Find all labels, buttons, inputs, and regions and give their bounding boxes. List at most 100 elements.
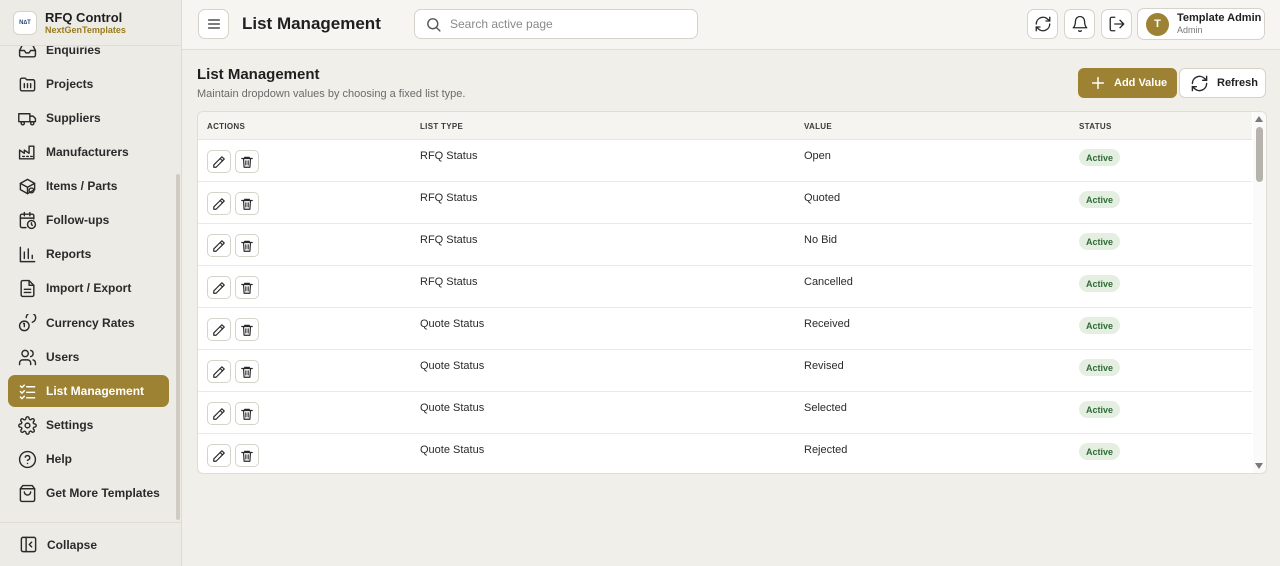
sidebar-item-currency-rates[interactable]: Currency Rates	[8, 307, 169, 339]
sidebar-item-settings[interactable]: Settings	[8, 409, 169, 441]
column-header-status[interactable]: STATUS	[1079, 122, 1112, 131]
status-badge: Active	[1079, 359, 1121, 376]
pencil-icon	[213, 155, 225, 168]
status-badge: Active	[1079, 401, 1121, 418]
scrollbar-thumb[interactable]	[1256, 127, 1263, 182]
menu-button[interactable]	[198, 9, 229, 39]
pencil-icon	[213, 239, 225, 252]
pencil-icon	[213, 407, 225, 420]
refresh-button[interactable]: Refresh	[1179, 68, 1266, 98]
scroll-up-arrow[interactable]	[1255, 116, 1263, 122]
delete-button[interactable]	[235, 276, 259, 299]
sidebar-scrollbar[interactable]	[176, 174, 180, 520]
edit-button[interactable]	[207, 360, 231, 383]
sidebar-item-follow-ups[interactable]: Follow-ups	[8, 204, 169, 236]
page-subtitle: Maintain dropdown values by choosing a f…	[197, 88, 466, 100]
value-cell: Selected	[804, 402, 847, 414]
sync-button[interactable]	[1027, 9, 1058, 39]
value-cell: Open	[804, 150, 831, 162]
list-table: ACTIONS LIST TYPE VALUE STATUS RFQ Statu…	[197, 111, 1267, 474]
sidebar-item-import-export[interactable]: Import / Export	[8, 272, 169, 304]
delete-button[interactable]	[235, 402, 259, 425]
list-type-cell: RFQ Status	[420, 150, 478, 162]
sidebar-item-list-management[interactable]: List Management	[8, 375, 169, 407]
status-badge: Active	[1079, 443, 1121, 460]
refresh-icon	[1191, 75, 1208, 91]
trash-icon	[241, 156, 253, 168]
sidebar-item-label: Help	[46, 452, 73, 466]
value-cell: No Bid	[804, 234, 838, 246]
table-scrollbar[interactable]	[1253, 112, 1266, 473]
sidebar-item-label: List Management	[46, 384, 145, 398]
sidebar-item-projects[interactable]: Projects	[8, 68, 169, 100]
trash-icon	[241, 324, 253, 336]
sidebar-item-label: Import / Export	[46, 281, 132, 295]
brand[interactable]: N∆T RFQ Control NextGenTemplates	[0, 0, 181, 46]
trash-icon	[241, 240, 253, 252]
sidebar-item-label: Reports	[46, 247, 92, 261]
users-icon	[18, 349, 37, 365]
logout-button[interactable]	[1101, 9, 1132, 39]
user-menu[interactable]: T Template Admin Admin	[1137, 8, 1265, 40]
edit-button[interactable]	[207, 318, 231, 341]
delete-button[interactable]	[235, 234, 259, 257]
pencil-icon	[213, 323, 225, 336]
sidebar-item-suppliers[interactable]: Suppliers	[8, 102, 169, 134]
topbar-title: List Management	[242, 14, 381, 33]
sidebar-item-items-parts[interactable]: Items / Parts	[8, 170, 169, 202]
sidebar-item-label: Follow-ups	[46, 213, 110, 227]
edit-button[interactable]	[207, 150, 231, 173]
column-header-list-type[interactable]: LIST TYPE	[420, 122, 463, 131]
collapse-button[interactable]: Collapse	[0, 522, 181, 566]
delete-button[interactable]	[235, 360, 259, 383]
list-type-cell: RFQ Status	[420, 276, 478, 288]
search-input[interactable]	[450, 17, 680, 31]
table-row: Quote Status Received Active	[198, 308, 1252, 350]
sidebar-item-reports[interactable]: Reports	[8, 238, 169, 270]
sidebar-item-help[interactable]: Help	[8, 443, 169, 475]
delete-button[interactable]	[235, 192, 259, 215]
edit-button[interactable]	[207, 234, 231, 257]
user-name: Template Admin	[1177, 12, 1262, 24]
value-cell: Rejected	[804, 444, 848, 456]
value-cell: Cancelled	[804, 276, 853, 288]
delete-button[interactable]	[235, 444, 259, 467]
hamburger-icon	[207, 19, 220, 29]
topbar: List Management T Template Admin Admin	[182, 0, 1280, 50]
notifications-button[interactable]	[1064, 9, 1095, 39]
table-row: RFQ Status No Bid Active	[198, 224, 1252, 266]
add-value-button[interactable]: Add Value	[1078, 68, 1177, 98]
column-header-actions[interactable]: ACTIONS	[207, 122, 245, 131]
edit-button[interactable]	[207, 192, 231, 215]
logout-icon	[1109, 16, 1124, 32]
brand-subtitle: NextGenTemplates	[45, 24, 126, 35]
edit-button[interactable]	[207, 276, 231, 299]
factory-icon	[18, 144, 35, 160]
trash-icon	[241, 198, 253, 210]
trash-icon	[241, 408, 253, 420]
edit-button[interactable]	[207, 444, 231, 467]
brand-logo: N∆T	[13, 10, 37, 35]
list-type-cell: RFQ Status	[420, 234, 478, 246]
file-icon	[20, 279, 35, 297]
sidebar-item-get-more-templates[interactable]: Get More Templates	[8, 477, 169, 509]
list-type-cell: Quote Status	[420, 444, 485, 456]
sidebar: Enquiries Projects Suppliers Manufacture…	[0, 0, 182, 566]
column-header-value[interactable]: VALUE	[804, 122, 832, 131]
brand-title: RFQ Control	[45, 9, 123, 25]
sidebar-item-manufacturers[interactable]: Manufacturers	[8, 136, 169, 168]
sidebar-item-users[interactable]: Users	[8, 341, 169, 373]
value-cell: Received	[804, 318, 850, 330]
trash-icon	[241, 450, 253, 462]
plus-icon	[1091, 76, 1105, 90]
table-row: Quote Status Revised Active	[198, 350, 1252, 392]
list-type-cell: RFQ Status	[420, 192, 478, 204]
package-icon	[19, 178, 36, 194]
delete-button[interactable]	[235, 318, 259, 341]
collapse-label: Collapse	[47, 537, 98, 552]
delete-button[interactable]	[235, 150, 259, 173]
scroll-down-arrow[interactable]	[1255, 463, 1263, 469]
gear-icon	[18, 415, 37, 435]
search-box[interactable]	[414, 9, 698, 39]
edit-button[interactable]	[207, 402, 231, 425]
